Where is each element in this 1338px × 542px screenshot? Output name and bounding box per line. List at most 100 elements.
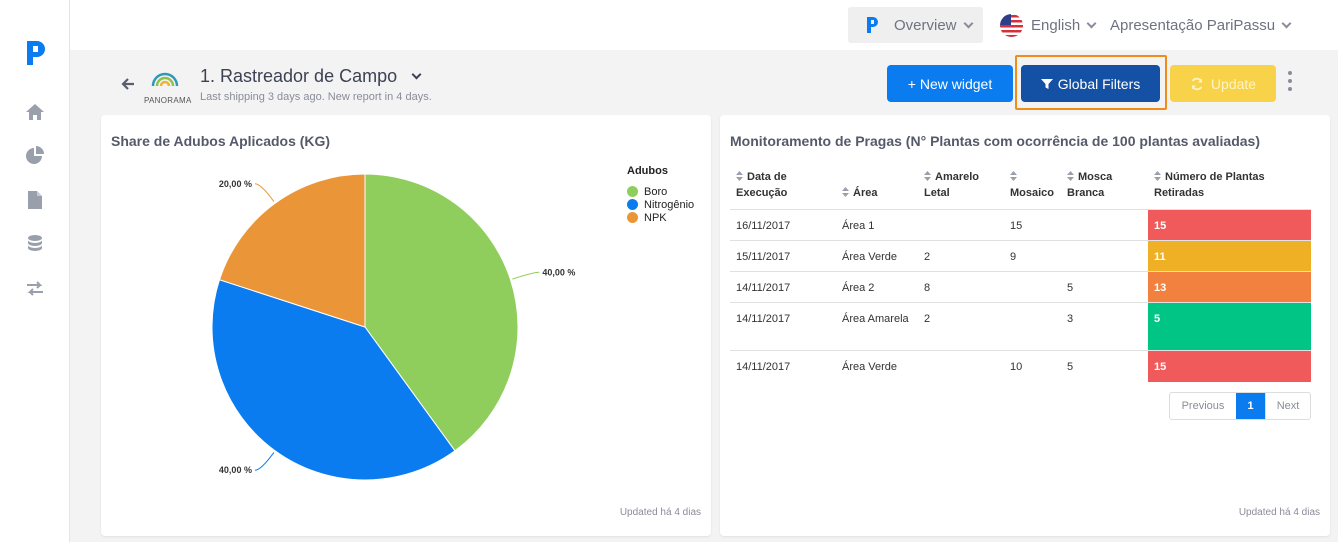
chevron-down-icon	[411, 69, 422, 80]
back-arrow-icon[interactable]	[118, 74, 138, 94]
table-cell	[918, 350, 1004, 382]
pie-chart: 40,00 % 40,00 % 20,00 %	[211, 173, 575, 481]
sort-icon	[1010, 171, 1017, 181]
table-header-label: Mosaico	[1010, 187, 1055, 199]
table-row: 16/11/2017 Área 1 15 15	[730, 209, 1311, 241]
table-cell	[1004, 271, 1061, 303]
table-header[interactable]: Amarelo Letal	[918, 165, 1004, 210]
table-row: 14/11/2017 Área 2 8 5 13	[730, 271, 1311, 303]
pie-label-connector	[254, 452, 275, 471]
panorama-logo-icon	[151, 72, 179, 87]
table-cell: 15/11/2017	[730, 240, 836, 272]
pie-legend: Adubos Boro Nitrogênio NPK	[627, 165, 694, 224]
sort-icon	[1154, 171, 1161, 181]
overview-dropdown[interactable]: Overview	[848, 7, 983, 43]
exchange-icon[interactable]	[24, 277, 46, 299]
legend-label: NPK	[644, 211, 667, 224]
us-flag-icon	[1000, 13, 1023, 37]
table-cell: Área 1	[836, 209, 918, 241]
table-cell: 5	[1148, 302, 1311, 351]
global-filters-button[interactable]: Global Filters	[1021, 65, 1160, 102]
table-header[interactable]: Data de Execução	[730, 165, 836, 210]
language-selector[interactable]: English	[1000, 12, 1097, 38]
legend-item[interactable]: NPK	[627, 211, 694, 224]
sort-icon	[736, 171, 743, 181]
legend-swatch	[627, 199, 638, 210]
pagination-page-1[interactable]: 1	[1236, 393, 1265, 419]
paripassu-small-logo-icon	[867, 17, 878, 33]
pagination: Previous 1 Next	[1169, 392, 1311, 420]
more-options-icon[interactable]	[1286, 70, 1294, 92]
new-widget-button[interactable]: + New widget	[887, 65, 1013, 102]
table-header[interactable]: Mosaico	[1004, 165, 1061, 210]
pests-table: Data de Execução Área Amarelo Letal Mosaico…	[730, 165, 1311, 382]
table-cell: 16/11/2017	[730, 209, 836, 241]
sort-icon	[924, 171, 931, 181]
update-label: Update	[1210, 75, 1257, 92]
file-icon[interactable]	[24, 189, 46, 211]
pagination-next[interactable]: Next	[1265, 393, 1310, 419]
table-header[interactable]: Mosca Branca	[1061, 165, 1148, 210]
legend-item[interactable]: Boro	[627, 185, 694, 198]
panorama-logo-text: PANORAMA	[144, 96, 192, 105]
table-header-label: Amarelo Letal	[924, 171, 980, 199]
table-header-label: Área	[853, 187, 878, 199]
sort-icon	[842, 187, 849, 197]
table-header-label: Número de Plantas Retiradas	[1154, 171, 1265, 199]
table-row: 14/11/2017 Área Amarela 2 3 5	[730, 302, 1311, 351]
pie-label-connector	[254, 183, 275, 202]
table-cell	[1061, 209, 1148, 241]
chevron-down-icon	[963, 18, 973, 28]
table-cell: Área Amarela	[836, 302, 918, 351]
table-cell: 8	[918, 271, 1004, 303]
table-cell: Área Verde	[836, 350, 918, 382]
panorama-logo: PANORAMA	[144, 66, 192, 105]
legend-item[interactable]: Nitrogênio	[627, 198, 694, 211]
table-cell: 11	[1148, 240, 1311, 272]
table-cell: 9	[1004, 240, 1061, 272]
table-cell: 15	[1148, 209, 1311, 241]
language-label: English	[1031, 16, 1081, 34]
legend-label: Boro	[644, 185, 668, 198]
dashboard-title-dropdown[interactable]: 1. Rastreador de Campo	[200, 66, 422, 87]
refresh-icon	[1191, 77, 1203, 90]
legend-title: Adubos	[627, 165, 668, 177]
table-widget-title: Monitoramento de Pragas (N° Plantas com …	[730, 133, 1260, 149]
table-cell: 14/11/2017	[730, 350, 836, 382]
table-updated-text: Updated há 4 dias	[1238, 507, 1320, 518]
table-cell: Área Verde	[836, 240, 918, 272]
pie-data-label: 40,00 %	[219, 465, 252, 475]
pie-label-connector	[512, 271, 540, 280]
pagination-previous[interactable]: Previous	[1170, 393, 1236, 419]
pie-updated-text: Updated há 4 dias	[619, 507, 701, 518]
pie-data-label: 40,00 %	[542, 267, 575, 277]
table-header[interactable]: Número de Plantas Retiradas	[1148, 165, 1311, 210]
table-cell: 5	[1061, 350, 1148, 382]
topbar: Overview English Apresentação PariPassu	[70, 0, 1338, 50]
home-icon[interactable]	[24, 101, 46, 123]
table-cell: 13	[1148, 271, 1311, 303]
database-icon[interactable]	[24, 233, 46, 255]
account-selector[interactable]: Apresentação PariPassu	[1110, 12, 1292, 38]
table-cell: 5	[1061, 271, 1148, 303]
table-cell: 14/11/2017	[730, 302, 836, 351]
legend-label: Nitrogênio	[644, 198, 695, 211]
table-cell	[1004, 302, 1061, 351]
update-button[interactable]: Update	[1170, 65, 1276, 102]
table-cell: 3	[1061, 302, 1148, 351]
sort-icon	[1067, 171, 1074, 181]
table-row: 14/11/2017 Área Verde 10 5 15	[730, 350, 1311, 382]
overview-label: Overview	[894, 16, 957, 34]
legend-swatch	[627, 212, 638, 223]
table-cell	[918, 209, 1004, 241]
table-cell: 2	[918, 240, 1004, 272]
global-filters-label: Global Filters	[1057, 75, 1141, 92]
chevron-down-icon	[1281, 18, 1292, 28]
table-cell: 10	[1004, 350, 1061, 382]
pie-chart-icon[interactable]	[24, 145, 46, 167]
table-cell	[1061, 240, 1148, 272]
paripassu-logo-icon[interactable]	[24, 38, 48, 68]
table-header[interactable]: Área	[836, 165, 918, 210]
legend-swatch	[627, 186, 638, 197]
table-cell: 2	[918, 302, 1004, 351]
